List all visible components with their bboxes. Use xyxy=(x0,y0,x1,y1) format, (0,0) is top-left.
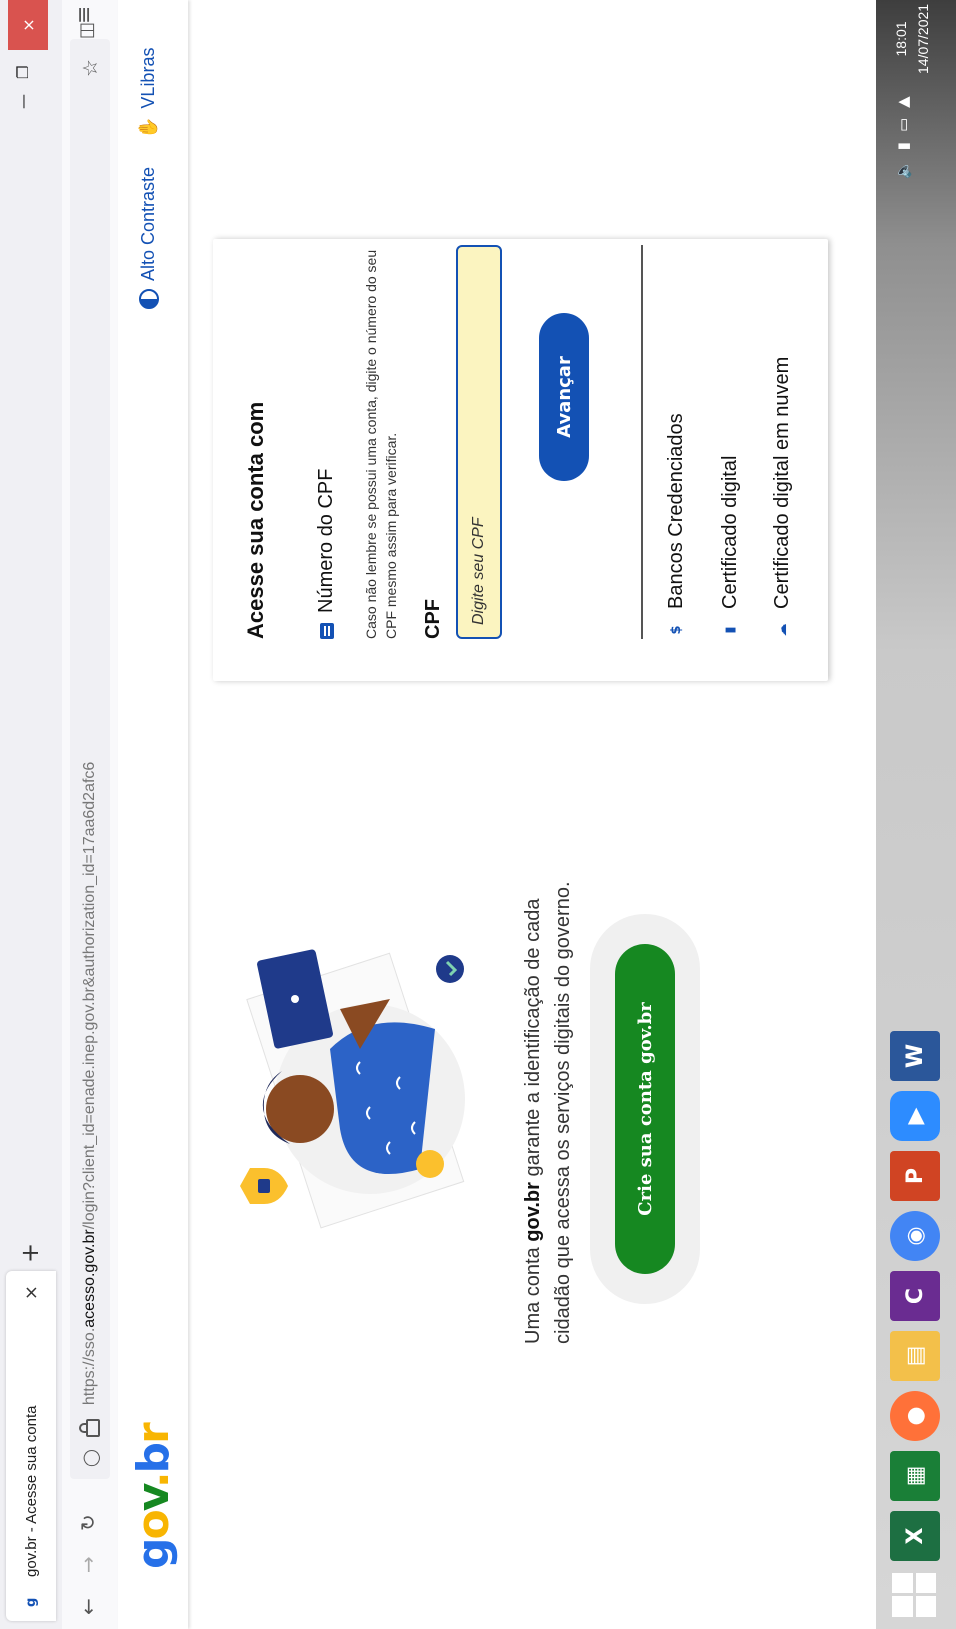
create-account-container: Crie sua conta gov.br xyxy=(590,914,700,1304)
volume-icon[interactable]: 🔈 xyxy=(894,160,912,179)
excel-icon[interactable]: X xyxy=(890,1511,940,1561)
firefox-icon[interactable]: ● xyxy=(890,1391,940,1441)
contrast-label: Alto Contraste xyxy=(138,166,158,281)
minimize-icon[interactable]: — xyxy=(14,94,32,109)
address-bar[interactable]: ◯ https://sso.acesso.gov.br/login?client… xyxy=(70,39,110,1479)
window-close-button[interactable]: × xyxy=(8,0,48,50)
login-title: Acesse sua conta com xyxy=(243,401,268,639)
bank-icon: $ xyxy=(669,625,684,635)
windows-taskbar: X ▦ ● ▤ C ◉ P ▶ W 🔈 ▮ ▭ ▲ 18:01 14/07/20… xyxy=(876,0,956,1629)
tab-close-icon[interactable]: × xyxy=(21,1285,42,1300)
bookmark-star-icon[interactable]: ☆ xyxy=(78,59,102,77)
system-tray: 🔈 ▮ ▭ ▲ xyxy=(894,96,912,179)
browser-tab[interactable]: g gov.br - Acesse sua conta × xyxy=(6,1271,56,1621)
tab-title: gov.br - Acesse sua conta xyxy=(22,1405,40,1577)
govbr-logo[interactable]: gov.br xyxy=(128,1424,179,1569)
close-icon: × xyxy=(18,18,38,32)
usb-token-icon: ▮ xyxy=(723,626,738,634)
contrast-icon xyxy=(138,289,159,309)
divider xyxy=(641,245,643,639)
tracking-shield-icon[interactable]: ◯ xyxy=(81,1449,100,1467)
site-header: gov.br Alto Contraste ✋ VLibras xyxy=(118,0,188,1629)
login-option-cloud-certificate[interactable]: ☁ Certificado digital em nuvem xyxy=(771,357,794,639)
login-option-bank[interactable]: $ Bancos Credenciados xyxy=(665,413,688,639)
intro-text: Uma conta gov.br garante a identificação… xyxy=(522,881,574,1345)
new-tab-icon[interactable]: + xyxy=(16,1243,44,1263)
clock[interactable]: 18:01 14/07/2021 xyxy=(890,4,934,74)
back-arrow-icon[interactable]: ← xyxy=(76,1598,100,1615)
url-text[interactable]: https://sso.acesso.gov.br/login?client_i… xyxy=(81,762,99,1405)
id-card-icon xyxy=(319,623,334,639)
clock-time: 18:01 xyxy=(893,21,909,57)
browser-tab-bar: g gov.br - Acesse sua conta × + — ❐ × xyxy=(0,0,62,1629)
cpf-input[interactable] xyxy=(456,245,502,639)
cpf-option-label: Número do CPF xyxy=(315,468,337,614)
pocket-icon[interactable]: ◫ xyxy=(76,22,97,39)
lock-icon[interactable] xyxy=(86,1419,100,1438)
clock-date: 14/07/2021 xyxy=(915,3,931,74)
start-icon[interactable] xyxy=(892,1573,936,1617)
spreadsheet-icon[interactable]: ▦ xyxy=(890,1451,940,1501)
high-contrast-toggle[interactable]: Alto Contraste xyxy=(138,167,159,309)
submit-button[interactable]: Avançar xyxy=(539,313,589,481)
hamburger-menu-icon[interactable]: ≡ xyxy=(72,6,97,24)
cpf-option[interactable]: Número do CPF xyxy=(315,468,338,639)
create-account-button[interactable]: Crie sua conta gov.br xyxy=(615,944,675,1274)
cloud-lock-icon: ☁ xyxy=(775,623,790,637)
screen: g gov.br - Acesse sua conta × + — ❐ × ← … xyxy=(0,0,956,1629)
zoom-icon[interactable]: ▶ xyxy=(890,1091,940,1141)
pdf-tool-icon[interactable]: C xyxy=(890,1271,940,1321)
battery-icon[interactable]: ▭ xyxy=(894,118,912,132)
browser-nav-bar: ← → ↻ ◯ https://sso.acesso.gov.br/login?… xyxy=(62,0,119,1629)
login-card: Acesse sua conta com Número do CPF Caso … xyxy=(213,239,828,681)
vlibras-button[interactable]: ✋ VLibras xyxy=(138,48,159,139)
reload-icon[interactable]: ↻ xyxy=(76,1514,100,1531)
vlibras-label: VLibras xyxy=(138,47,158,109)
govbr-favicon-icon: g xyxy=(23,1597,39,1607)
forward-arrow-icon[interactable]: → xyxy=(76,1556,100,1573)
network-icon[interactable]: ▮ xyxy=(894,142,912,150)
login-option-certificate[interactable]: ▮ Certificado digital xyxy=(719,456,742,639)
cpf-label: CPF xyxy=(422,599,444,639)
chrome-icon[interactable]: ◉ xyxy=(890,1211,940,1261)
signal-icon[interactable]: ▲ xyxy=(894,96,912,108)
person-with-laptop-illustration xyxy=(240,949,465,1229)
file-explorer-icon[interactable]: ▤ xyxy=(890,1331,940,1381)
cpf-hint: Caso não lembre se possui uma conta, dig… xyxy=(363,249,399,639)
restore-icon[interactable]: ❐ xyxy=(14,66,32,79)
sign-language-icon: ✋ xyxy=(138,116,159,139)
powerpoint-icon[interactable]: P xyxy=(890,1151,940,1201)
word-icon[interactable]: W xyxy=(890,1031,940,1081)
